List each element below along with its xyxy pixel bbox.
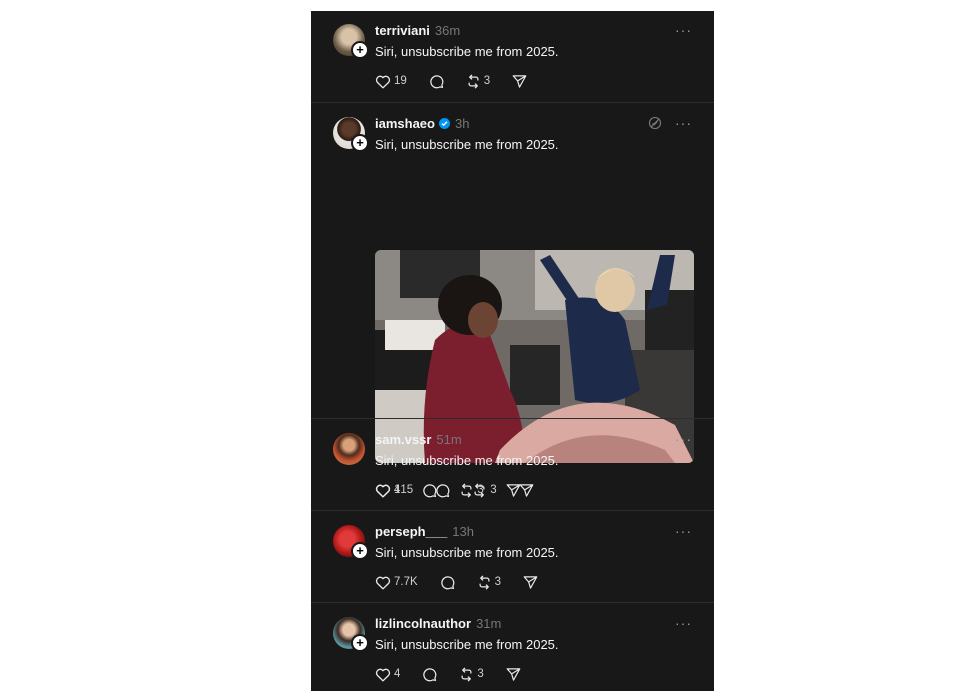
heart-icon	[375, 576, 391, 589]
threads-feed: + terriviani 36m ··· Siri, unsubscribe me…	[311, 11, 714, 691]
post-text: Siri, unsubscribe me from 2025.	[375, 137, 559, 152]
post: + iamshaeo 3h ··· Siri, unsubscribe me fr…	[311, 102, 714, 498]
comment-button[interactable]	[422, 667, 437, 682]
repost-button[interactable]: 3	[459, 483, 484, 498]
share-icon	[512, 74, 527, 88]
post-actions: 7.7K 3	[375, 573, 560, 591]
heart-icon	[375, 668, 391, 681]
username[interactable]: perseph___	[375, 524, 447, 539]
share-button[interactable]	[506, 483, 521, 498]
heart-icon	[375, 75, 391, 89]
comment-icon	[440, 575, 455, 589]
repost-button[interactable]: 3	[477, 575, 501, 590]
post-text: Siri, unsubscribe me from 2025.	[375, 637, 559, 652]
post-time: 51m	[436, 432, 462, 447]
username[interactable]: terriviani	[375, 23, 430, 38]
username[interactable]: iamshaeo	[375, 116, 435, 131]
post-username-line: lizlincolnauthor 31m	[375, 616, 501, 631]
comment-icon	[423, 667, 437, 681]
like-button[interactable]: 1	[375, 483, 400, 498]
like-count: 7.7K	[394, 576, 418, 588]
comment-icon	[430, 74, 444, 88]
like-count: 4	[394, 668, 401, 680]
follow-plus-icon[interactable]: +	[351, 41, 369, 59]
post-username-line: perseph___ 13h	[375, 524, 474, 539]
like-button[interactable]: 4	[375, 667, 400, 682]
repost-count: 3	[483, 75, 491, 87]
repost-count: 3	[477, 484, 484, 496]
post: + lizlincolnauthor 31m ··· Siri, unsubscr…	[311, 602, 714, 691]
repost-count: 3	[477, 668, 484, 680]
share-button[interactable]	[523, 575, 538, 590]
post-time: 36m	[434, 23, 461, 38]
follow-plus-icon[interactable]: +	[351, 542, 369, 560]
repost-count: 3	[494, 576, 502, 588]
like-count: 19	[394, 75, 407, 87]
post-username-line: terriviani 36m	[375, 23, 460, 38]
comment-button[interactable]	[440, 575, 455, 590]
post-actions: 4 3	[375, 665, 543, 683]
more-icon[interactable]: ···	[675, 523, 692, 539]
share-icon	[506, 483, 521, 497]
share-button[interactable]	[512, 74, 527, 89]
post: sam.vssr 51m ··· Siri, unsubscribe me fro…	[311, 418, 714, 511]
comment-button[interactable]	[422, 483, 437, 498]
post-time: 31m	[476, 616, 502, 631]
repost-icon	[479, 575, 490, 589]
repost-icon	[468, 74, 479, 88]
post-text: Siri, unsubscribe me from 2025.	[375, 44, 559, 59]
post-actions: 19 3	[375, 72, 549, 90]
follow-plus-icon[interactable]: +	[351, 634, 369, 652]
post-username-line: iamshaeo 3h	[375, 116, 469, 131]
more-icon[interactable]: ···	[675, 615, 692, 631]
verified-badge-icon	[438, 118, 450, 129]
post: + perseph___ 13h ··· Siri, unsubscribe me…	[311, 510, 714, 603]
post-actions: 1 3	[375, 481, 543, 499]
username[interactable]: lizlincolnauthor	[375, 616, 471, 631]
more-icon[interactable]: ···	[675, 115, 692, 131]
like-count: 1	[394, 484, 401, 496]
comment-icon	[423, 483, 437, 497]
repost-button[interactable]: 3	[466, 74, 490, 89]
share-icon	[523, 575, 538, 589]
more-icon[interactable]: ···	[675, 22, 692, 38]
like-button[interactable]: 19	[375, 74, 407, 89]
post-time: 3h	[454, 116, 470, 131]
comment-button[interactable]	[429, 74, 444, 89]
heart-icon	[375, 484, 391, 498]
post-text: Siri, unsubscribe me from 2025.	[375, 453, 559, 468]
post-text: Siri, unsubscribe me from 2025.	[375, 545, 559, 560]
post-time: 13h	[452, 524, 474, 539]
like-button[interactable]: 7.7K	[375, 575, 418, 590]
post-username-line: sam.vssr 51m	[375, 432, 462, 447]
follow-plus-icon[interactable]: +	[351, 134, 369, 152]
cancel-circle-icon[interactable]	[648, 116, 662, 130]
repost-icon	[461, 667, 472, 681]
share-icon	[506, 667, 521, 681]
username[interactable]: sam.vssr	[375, 432, 431, 447]
repost-button[interactable]: 3	[459, 667, 484, 682]
repost-icon	[461, 483, 472, 497]
post: + terriviani 36m ··· Siri, unsubscribe me…	[311, 11, 714, 102]
share-button[interactable]	[506, 667, 521, 682]
more-icon[interactable]: ···	[675, 431, 692, 447]
avatar[interactable]	[333, 433, 365, 465]
